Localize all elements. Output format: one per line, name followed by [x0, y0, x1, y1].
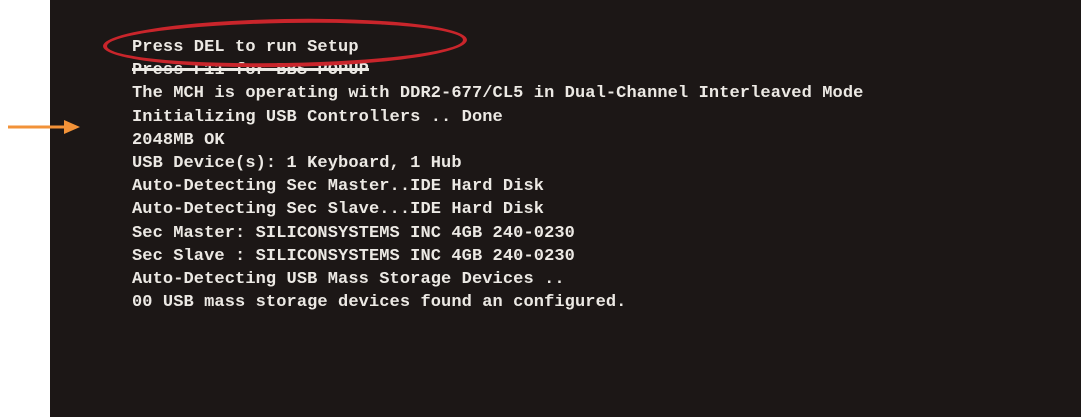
post-message-line: 2048MB OK	[132, 130, 225, 150]
post-message-line: Sec Master: SILICONSYSTEMS INC 4GB 240-0…	[132, 223, 575, 243]
post-message-line: 00 USB mass storage devices found an con…	[132, 293, 627, 313]
bios-post-screen: Press DEL to run Setup Press F11 for BBS …	[50, 0, 1081, 417]
post-message-line: USB Device(s): 1 Keyboard, 1 Hub	[132, 153, 462, 173]
post-message-list: Press DEL to run Setup Press F11 for BBS …	[132, 36, 863, 314]
post-message-line: The MCH is operating with DDR2-677/CL5 i…	[132, 84, 864, 104]
arrow-right-icon	[8, 120, 80, 134]
post-message-line: Auto-Detecting Sec Slave...IDE Hard Disk	[132, 200, 545, 220]
post-message-line: Initializing USB Controllers .. Done	[132, 107, 503, 127]
post-message-line: Auto-Detecting USB Mass Storage Devices …	[132, 269, 565, 289]
post-message-line: Auto-Detecting Sec Master..IDE Hard Disk	[132, 177, 545, 197]
post-message-line: Sec Slave : SILICONSYSTEMS INC 4GB 240-0…	[132, 246, 575, 266]
